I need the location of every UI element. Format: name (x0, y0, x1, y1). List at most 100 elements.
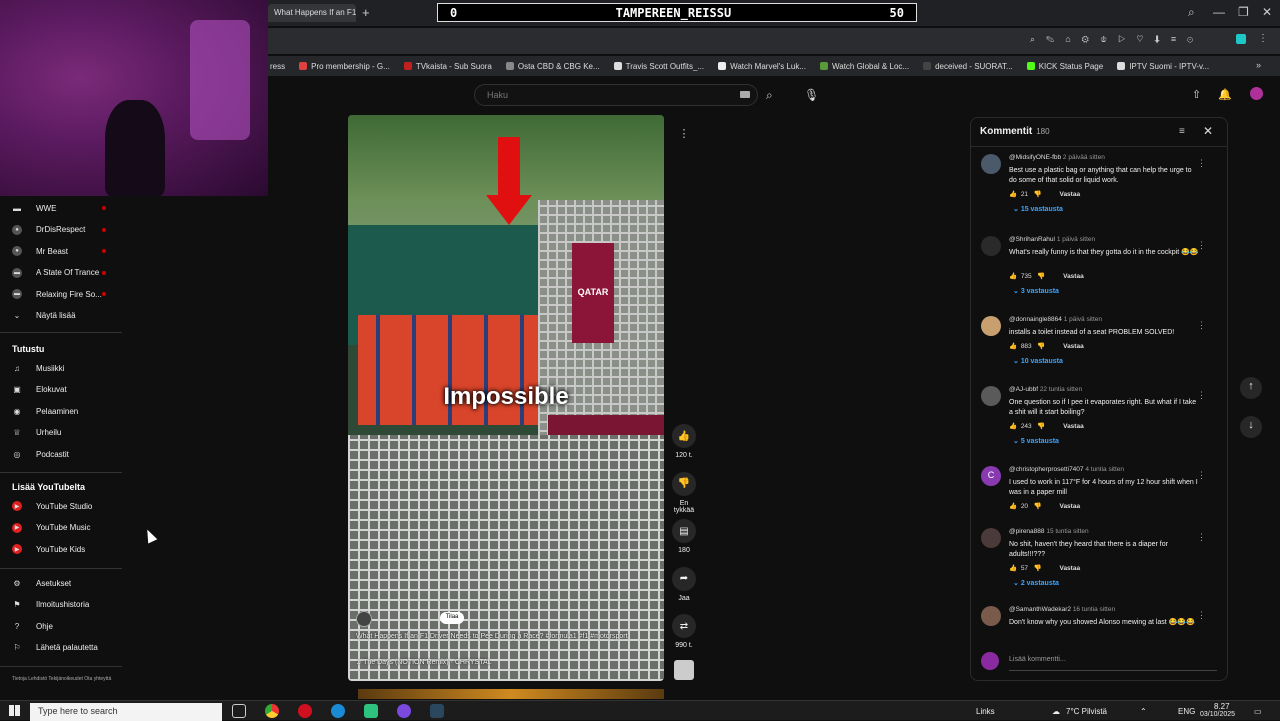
sidebar-item-explore[interactable]: ♫ Musiikki (0, 358, 122, 378)
bookmark-item[interactable]: ress (270, 62, 285, 71)
replies-count[interactable]: 5 vastausta (1021, 438, 1059, 445)
dislike-icon[interactable]: 👎 (672, 471, 696, 496)
bookmark-item[interactable]: TVkaista - Sub Suora (403, 62, 492, 71)
bookmark-item[interactable]: Osta CBD & CBG Ke... (505, 62, 600, 71)
new-tab-button[interactable]: + (362, 5, 370, 20)
next-short-preview[interactable] (358, 689, 664, 699)
add-comment-input[interactable]: Lisää kommentti... (1009, 656, 1066, 663)
sidebar-item-subscription[interactable]: ▬ WWE (0, 198, 122, 218)
dislike-icon[interactable]: 👎 (1033, 190, 1043, 198)
sidebar-item-subscription[interactable]: ▬ A State Of Trance (0, 263, 122, 283)
sidebar-item-explore[interactable]: ◉ Pelaaminen (0, 401, 122, 421)
view-replies-button[interactable]: ⌄ 2 vastausta (1013, 579, 1059, 587)
comment-menu-icon[interactable]: ⋮ (1197, 532, 1206, 543)
avatar[interactable] (981, 236, 1001, 256)
previous-short-button[interactable]: ↑ (1240, 377, 1262, 399)
share-action[interactable]: ➦ Jaa (672, 566, 696, 602)
like-icon[interactable]: 👍 (1009, 342, 1019, 350)
comment-menu-icon[interactable]: ⋮ (1197, 470, 1206, 481)
remix-icon[interactable]: ⇄ (672, 614, 696, 638)
avatar[interactable] (1250, 87, 1263, 100)
like-icon[interactable]: 👍 (1009, 272, 1019, 280)
comment-menu-icon[interactable]: ⋮ (1197, 390, 1206, 401)
dislike-action[interactable]: 👎 En tykkää (672, 471, 696, 514)
bookmark-item[interactable]: Pro membership - G... (299, 62, 390, 71)
notification-center-icon[interactable]: ▭ (1254, 707, 1262, 716)
extension-icons[interactable]: ⌕✎⌂⚙♔▷♡⬇≡⊙ (1030, 34, 1204, 45)
search-input[interactable]: Haku (474, 84, 758, 106)
avatar[interactable] (981, 316, 1001, 336)
close-icon[interactable]: ✕ (1203, 124, 1213, 138)
comments-icon[interactable]: ▤ (672, 519, 696, 543)
comment-author[interactable]: @ShrihanRahul 1 päivä sitten (1009, 236, 1095, 243)
sidebar-item-youtube-app[interactable]: ▶ YouTube Music (0, 518, 122, 538)
comment-author-name[interactable]: @AJ-ubbf (1009, 386, 1038, 393)
dislike-icon[interactable]: 👎 (1037, 422, 1047, 430)
like-icon[interactable]: 👍 (1009, 422, 1019, 430)
replies-count[interactable]: 3 vastausta (1021, 288, 1059, 295)
sidebar-item-youtube-app[interactable]: ▶ YouTube Studio (0, 496, 122, 516)
comment-author-name[interactable]: @SamanthWadekar2 (1009, 606, 1071, 613)
like-action[interactable]: 👍 120 t. (672, 424, 696, 459)
like-icon[interactable]: 👍 (1009, 190, 1019, 198)
sidebar-item-settings[interactable]: ⚐ Lähetä palautetta (0, 638, 122, 658)
remix-action[interactable]: ⇄ 990 t. (672, 614, 696, 649)
comment-author-name[interactable]: @MidsifyONE-fbb (1009, 154, 1061, 161)
comment-author[interactable]: @MidsifyONE-fbb 2 päivää sitten (1009, 154, 1105, 161)
shorts-video-player[interactable]: QATAR Impossible Tilaa What Happens If a… (348, 115, 664, 681)
comment-author-name[interactable]: @ShrihanRahul (1009, 236, 1055, 243)
sidebar-item-subscription[interactable]: ● DrDisRespect (0, 220, 122, 240)
next-short-button[interactable]: ↓ (1240, 416, 1262, 438)
bookmark-item[interactable]: deceived - SUORAT... (923, 62, 1013, 71)
comment-author-name[interactable]: @pirena888 (1009, 528, 1045, 535)
weather-widget[interactable]: 7°C Pilvistä (1066, 707, 1107, 716)
avatar[interactable] (981, 606, 1001, 626)
edge-icon[interactable] (331, 704, 345, 718)
sidebar-item-settings[interactable]: ⚑ Ilmoitushistoria (0, 595, 122, 615)
replies-count[interactable]: 2 vastausta (1021, 580, 1059, 587)
sidebar-item-youtube-app[interactable]: ▶ YouTube Kids (0, 539, 122, 559)
keyboard-icon[interactable] (740, 91, 750, 98)
comments-action[interactable]: ▤ 180 (672, 519, 696, 554)
comment-author-name[interactable]: @donnaingle8864 (1009, 316, 1062, 323)
app-icon[interactable] (364, 704, 378, 718)
sidebar-item-explore[interactable]: ◎ Podcastit (0, 444, 122, 464)
share-icon[interactable]: ➦ (672, 566, 696, 591)
taskbar-search-input[interactable]: Type here to search (30, 703, 222, 721)
comment-menu-icon[interactable]: ⋮ (1197, 240, 1206, 251)
comment-author[interactable]: @AJ-ubbf 22 tuntia sitten (1009, 386, 1082, 393)
sidebar-footer[interactable]: Tietoja Lehdistö Tekijänoikeudet Ota yht… (12, 676, 122, 682)
view-replies-button[interactable]: ⌄ 10 vastausta (1013, 357, 1063, 365)
reply-button[interactable]: Vastaa (1059, 503, 1080, 510)
steam-icon[interactable] (430, 704, 444, 718)
comment-author[interactable]: @SamanthWadekar2 16 tuntia sitten (1009, 606, 1115, 613)
comment-menu-icon[interactable]: ⋮ (1197, 610, 1206, 621)
create-icon[interactable]: ⇧ (1192, 88, 1201, 101)
like-icon[interactable]: 👍 (1009, 502, 1019, 510)
reply-button[interactable]: Vastaa (1059, 565, 1080, 572)
avatar[interactable] (981, 154, 1001, 174)
sidebar-item-subscription[interactable]: ⌄ Näytä lisää (0, 306, 122, 326)
comment-author[interactable]: @pirena888 15 tuntia sitten (1009, 528, 1089, 535)
view-replies-button[interactable]: ⌄ 3 vastausta (1013, 287, 1059, 295)
reply-button[interactable]: Vastaa (1063, 423, 1084, 430)
bookmark-item[interactable]: KICK Status Page (1026, 62, 1103, 71)
comment-author[interactable]: @donnaingle8864 1 päivä sitten (1009, 316, 1102, 323)
subscribe-button[interactable]: Tilaa (440, 612, 464, 624)
tab-active[interactable]: What Happens If an F1 (268, 4, 356, 22)
comment-menu-icon[interactable]: ⋮ (1197, 158, 1206, 169)
clock-time[interactable]: 8.27 (1214, 702, 1230, 711)
comment-author-name[interactable]: @christopherprosetti7407 (1009, 466, 1084, 473)
like-icon[interactable]: 👍 (1009, 564, 1019, 572)
view-replies-button[interactable]: ⌄ 5 vastausta (1013, 437, 1059, 445)
sidebar-item-explore[interactable]: ▣ Elokuvat (0, 380, 122, 400)
sidebar-item-settings[interactable]: ⚙ Asetukset (0, 573, 122, 593)
opera-icon[interactable] (298, 704, 312, 718)
like-icon[interactable]: 👍 (672, 424, 696, 448)
bookmarks-overflow-icon[interactable]: » (1256, 60, 1261, 70)
restore-button[interactable]: ❐ (1238, 5, 1249, 19)
sidebar-item-subscription[interactable]: ● Mr Beast (0, 241, 122, 261)
add-comment[interactable]: Lisää kommentti... (981, 650, 1217, 674)
notifications-icon[interactable]: 🔔 (1218, 88, 1232, 101)
more-options-icon[interactable]: ⋮ (676, 127, 692, 143)
